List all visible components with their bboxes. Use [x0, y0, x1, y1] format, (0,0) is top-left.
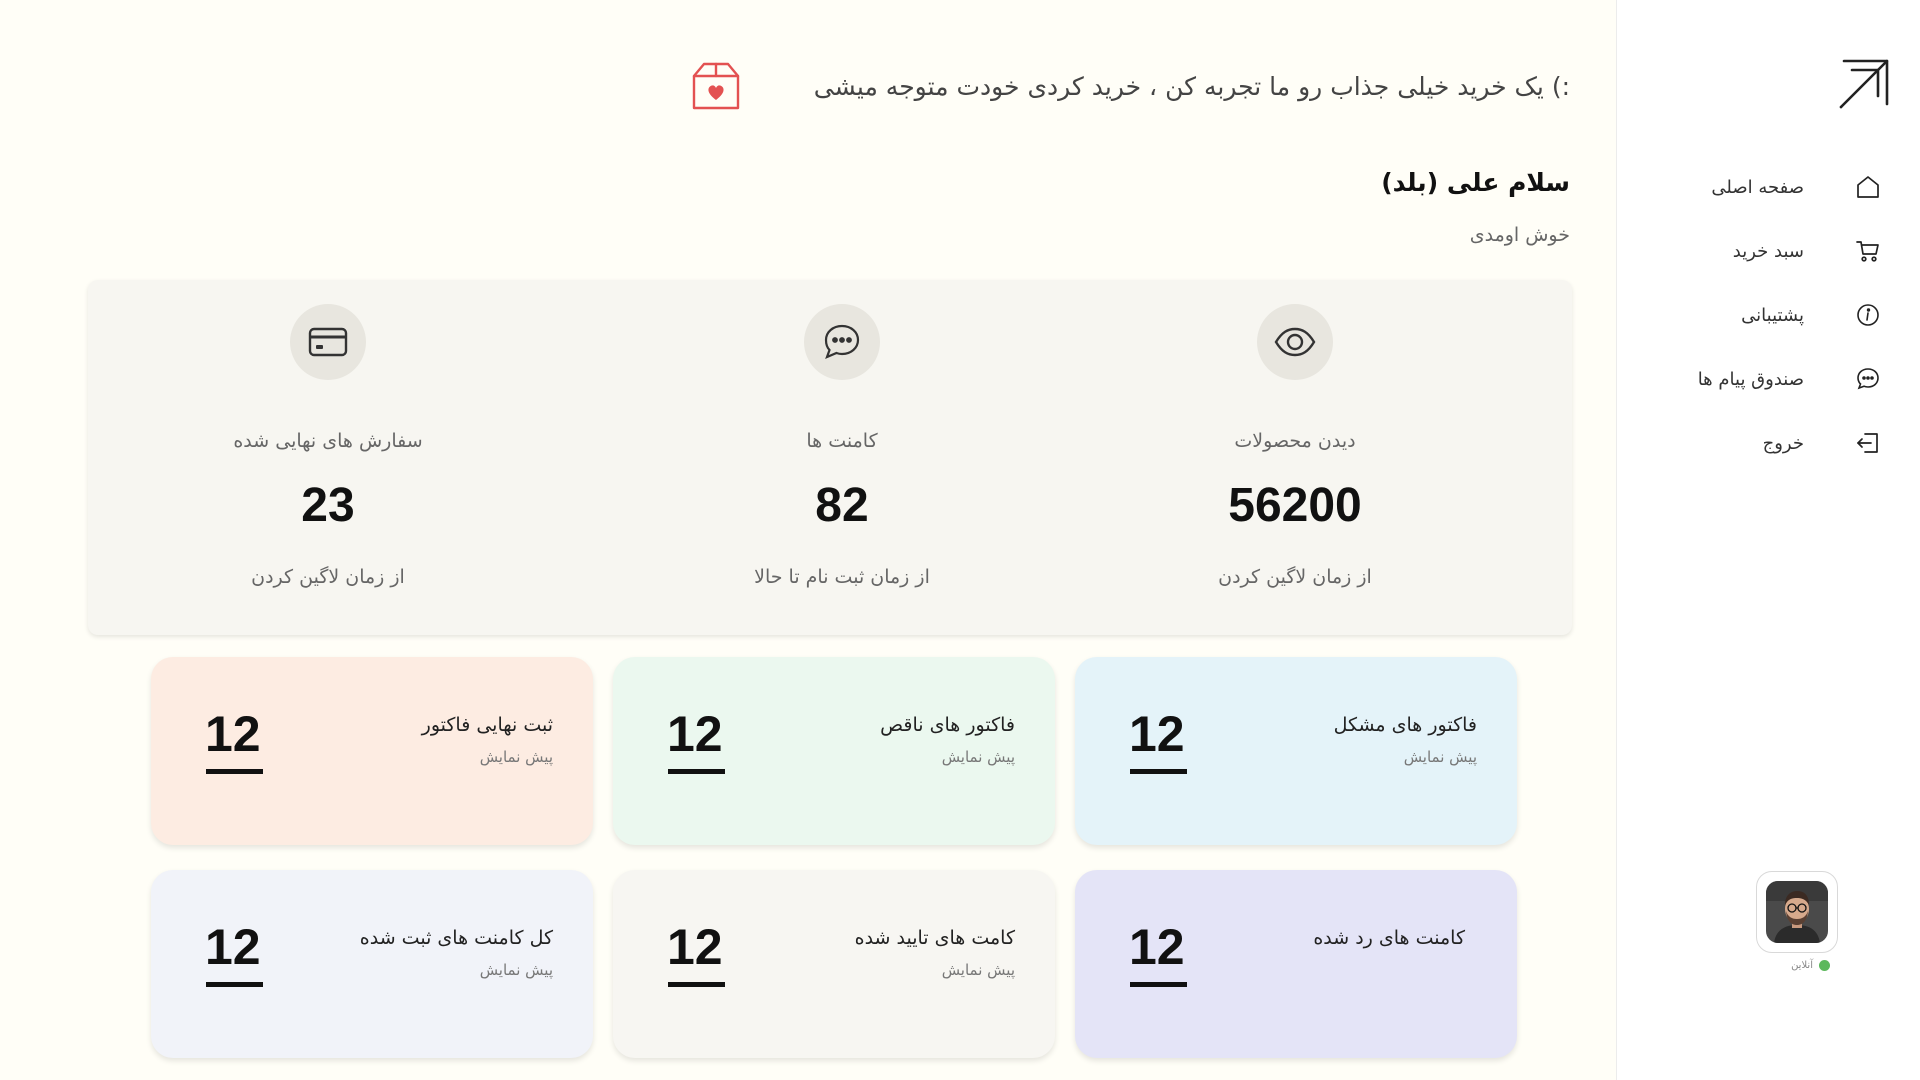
sidebar-item-label: صفحه اصلی — [1711, 176, 1804, 198]
gift-box-heart-icon — [690, 60, 742, 112]
stat-title: دیدن محصولات — [1234, 430, 1356, 452]
card-title: ثبت نهایی فاکتور — [421, 714, 553, 736]
arrow-up-right-icon[interactable] — [1838, 58, 1890, 110]
sidebar-item-logout[interactable]: خروج — [1616, 411, 1920, 475]
logout-icon — [1854, 429, 1882, 457]
card-preview-link[interactable]: پیش نمایش — [942, 961, 1015, 979]
card-title: کل کامنت های ثبت شده — [359, 927, 553, 949]
card-title: کامت های تایید شده — [854, 927, 1015, 949]
stat-final-orders: سفارش های نهایی شده 23 از زمان لاگین کرد… — [178, 280, 478, 635]
sidebar-item-label: سبد خرید — [1732, 240, 1804, 262]
card-value: 12 — [205, 919, 261, 975]
credit-card-icon — [290, 304, 366, 380]
card-underline — [668, 982, 725, 987]
stat-value: 82 — [815, 479, 869, 532]
card-rejected-comments[interactable]: کامنت های رد شده 12 — [1075, 870, 1517, 1058]
avatar-image — [1766, 881, 1828, 943]
sidebar-nav: صفحه اصلی سبد خرید پشتیبانی صندوق پیام ه… — [1616, 155, 1920, 475]
card-value: 12 — [205, 706, 261, 762]
avatar[interactable] — [1756, 871, 1838, 953]
user-status-label: آنلاین — [1791, 960, 1813, 971]
card-title: فاکتور های مشکل — [1333, 714, 1477, 736]
card-value: 12 — [667, 706, 723, 762]
card-underline — [1130, 982, 1187, 987]
card-value: 12 — [667, 919, 723, 975]
card-all-comments[interactable]: کل کامنت های ثبت شده پیش نمایش 12 — [151, 870, 593, 1058]
user-status: آنلاین — [1791, 960, 1830, 971]
sidebar-item-label: پشتیبانی — [1741, 304, 1804, 326]
cart-icon — [1854, 237, 1882, 265]
sidebar-item-support[interactable]: پشتیبانی — [1616, 283, 1920, 347]
card-preview-link[interactable]: پیش نمایش — [942, 748, 1015, 766]
card-incomplete-invoices[interactable]: فاکتور های ناقص پیش نمایش 12 — [613, 657, 1055, 845]
card-underline — [206, 982, 263, 987]
stat-subtitle: از زمان لاگین کردن — [1218, 566, 1372, 588]
card-preview-link[interactable]: پیش نمایش — [480, 961, 553, 979]
sidebar-item-label: خروج — [1762, 432, 1804, 454]
stat-subtitle: از زمان ثبت نام تا حالا — [754, 566, 930, 588]
card-problem-invoices[interactable]: فاکتور های مشکل پیش نمایش 12 — [1075, 657, 1517, 845]
sidebar-item-cart[interactable]: سبد خرید — [1616, 219, 1920, 283]
card-preview-link[interactable]: پیش نمایش — [1404, 748, 1477, 766]
stat-product-views: دیدن محصولات 56200 از زمان لاگین کردن — [1145, 280, 1445, 635]
page-subtitle: خوش اومدی — [1469, 224, 1570, 246]
stat-value: 23 — [301, 479, 355, 532]
card-title: فاکتور های ناقص — [880, 714, 1015, 736]
card-value: 12 — [1129, 919, 1185, 975]
sidebar-item-home[interactable]: صفحه اصلی — [1616, 155, 1920, 219]
promo-banner: :) یک خرید خیلی جذاب رو ما تجربه کن ، خر… — [690, 60, 1570, 112]
sidebar-item-label: صندوق پیام ها — [1697, 368, 1804, 390]
stat-subtitle: از زمان لاگین کردن — [251, 566, 405, 588]
home-icon — [1854, 173, 1882, 201]
stat-title: کامنت ها — [806, 430, 878, 452]
card-title: کامنت های رد شده — [1313, 927, 1465, 949]
chat-bubble-icon — [1854, 365, 1882, 393]
card-underline — [1130, 769, 1187, 774]
card-underline — [206, 769, 263, 774]
card-preview-link[interactable]: پیش نمایش — [480, 748, 553, 766]
card-approved-comments[interactable]: کامت های تایید شده پیش نمایش 12 — [613, 870, 1055, 1058]
banner-text: :) یک خرید خیلی جذاب رو ما تجربه کن ، خر… — [813, 71, 1570, 101]
stat-value: 56200 — [1228, 479, 1362, 532]
info-icon — [1854, 301, 1882, 329]
card-value: 12 — [1129, 706, 1185, 762]
card-finalize-invoice[interactable]: ثبت نهایی فاکتور پیش نمایش 12 — [151, 657, 593, 845]
chat-bubble-icon — [804, 304, 880, 380]
eye-icon — [1257, 304, 1333, 380]
online-dot — [1819, 960, 1830, 971]
stat-comments: کامنت ها 82 از زمان ثبت نام تا حالا — [692, 280, 992, 635]
card-underline — [668, 769, 725, 774]
stats-card: دیدن محصولات 56200 از زمان لاگین کردن کا… — [88, 280, 1572, 635]
stat-title: سفارش های نهایی شده — [233, 430, 423, 452]
sidebar-item-messages[interactable]: صندوق پیام ها — [1616, 347, 1920, 411]
sidebar: صفحه اصلی سبد خرید پشتیبانی صندوق پیام ه… — [1616, 0, 1920, 1080]
page-title: سلام علی (بلد) — [1381, 168, 1570, 197]
